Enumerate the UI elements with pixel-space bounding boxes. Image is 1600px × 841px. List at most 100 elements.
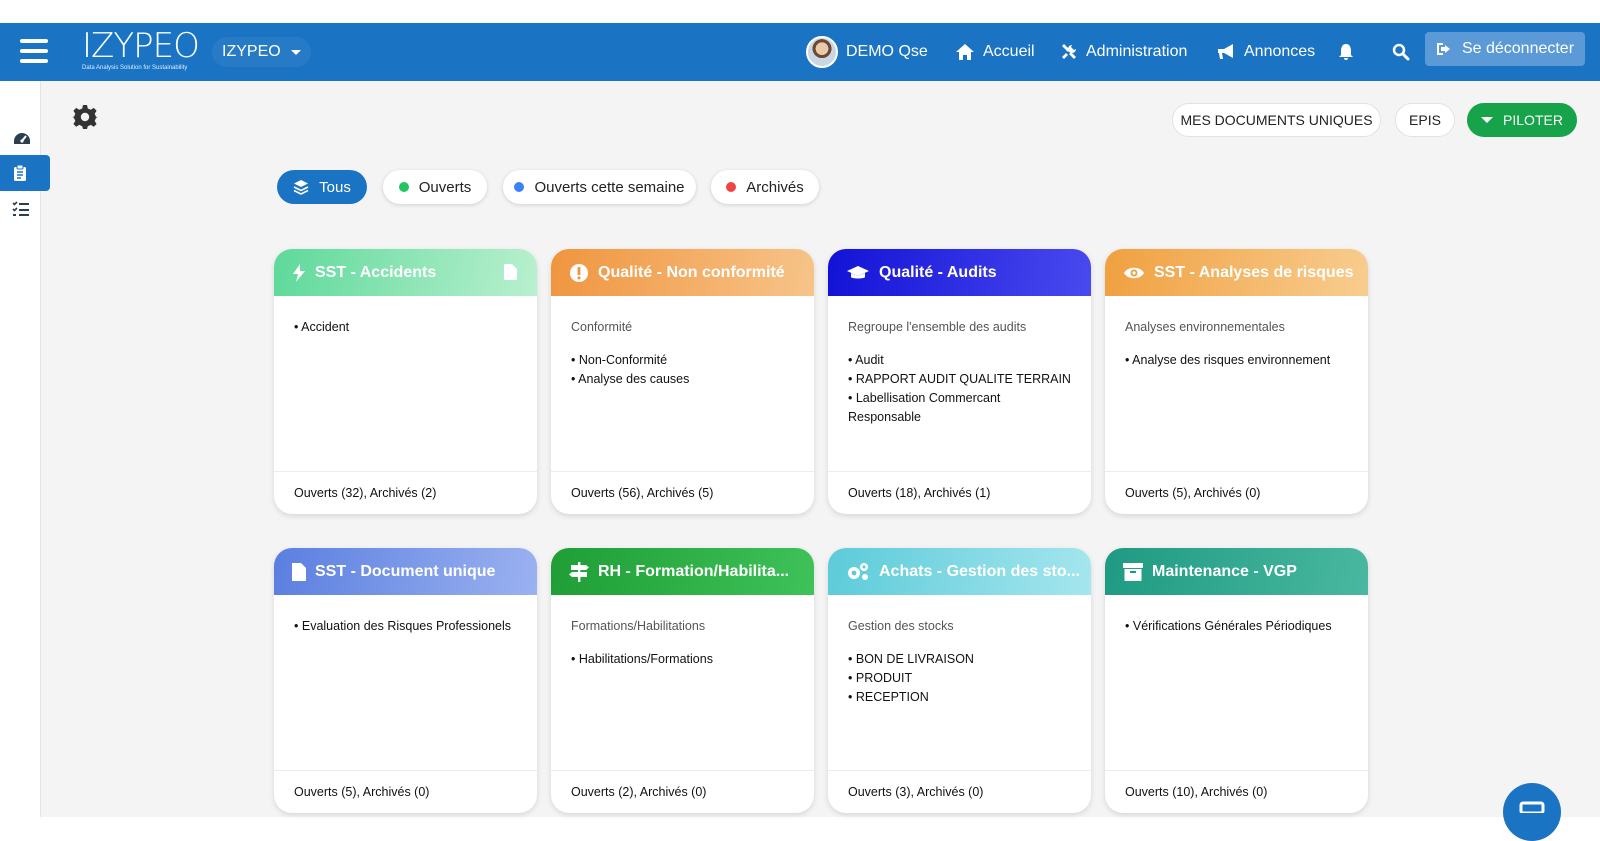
card-title: SST - Document unique (315, 562, 496, 580)
card-header: Qualité - Non conformité (551, 249, 814, 296)
logout-label: Se déconnecter (1461, 40, 1575, 57)
layers-icon (293, 180, 309, 195)
module-card-sst-document-unique[interactable]: SST - Document unique Evaluation des Ris… (274, 548, 537, 813)
card-title: Qualité - Audits (879, 263, 997, 281)
list-item[interactable]: Evaluation des Risques Professionels (294, 617, 517, 636)
card-title: Achats - Gestion des sto... (879, 562, 1080, 580)
card-description: Regroupe l'ensemble des audits (848, 320, 1027, 334)
card-items: BON DE LIVRAISON PRODUIT RECEPTION (848, 650, 1071, 707)
sign-out-icon (1436, 43, 1450, 55)
tools-icon (1062, 44, 1076, 59)
card-footer-counts: Ouverts (5), Archivés (0) (1105, 471, 1368, 514)
list-item[interactable]: PRODUIT (848, 669, 1071, 688)
list-item[interactable]: Habilitations/Formations (571, 650, 794, 669)
card-description: Conformité (571, 320, 633, 334)
card-title: Qualité - Non conformité (598, 263, 785, 281)
card-items: Vérifications Générales Périodiques (1125, 617, 1348, 636)
mes-documents-uniques-button[interactable]: MES DOCUMENTS UNIQUES (1172, 103, 1381, 137)
list-item[interactable]: BON DE LIVRAISON (848, 650, 1071, 669)
menu-icon[interactable] (20, 39, 48, 63)
card-title: SST - Accidents (315, 263, 437, 281)
task-list-icon (12, 201, 29, 216)
file-icon[interactable] (504, 264, 517, 280)
list-item[interactable]: Audit (848, 351, 1071, 370)
left-sidebar (0, 81, 50, 817)
user-profile[interactable]: DEMO Qse (806, 23, 928, 81)
filter-ouverts[interactable]: Ouverts (383, 170, 487, 204)
list-item[interactable]: Non-Conformité (571, 351, 794, 370)
card-footer-counts: Ouverts (32), Archivés (2) (274, 471, 537, 514)
list-item[interactable]: Vérifications Générales Périodiques (1125, 617, 1348, 636)
sidebar-item-documents[interactable] (0, 155, 50, 191)
card-footer-counts: Ouverts (2), Archivés (0) (551, 770, 814, 813)
nav-accueil[interactable]: Accueil (955, 23, 1035, 81)
nav-annonces-label: Annonces (1244, 43, 1316, 60)
logout-button[interactable]: Se déconnecter (1425, 32, 1585, 66)
nav-annonces[interactable]: Annonces (1216, 23, 1315, 81)
filter-archives[interactable]: Archivés (711, 170, 819, 204)
card-items: Analyse des risques environnement (1125, 351, 1348, 370)
archive-icon (1123, 562, 1143, 581)
module-card-sst-accidents[interactable]: SST - Accidents Accident Ouverts (32), A… (274, 249, 537, 514)
search-button[interactable] (1392, 23, 1410, 81)
sidebar-item-dashboard[interactable] (0, 121, 50, 157)
card-body: Regroupe l'ensemble des audits Audit RAP… (828, 296, 1091, 471)
card-description: Analyses environnementales (1125, 320, 1285, 334)
card-body: Analyses environnementales Analyse des r… (1105, 296, 1368, 471)
nav-administration[interactable]: Administration (1060, 23, 1187, 81)
list-item[interactable]: RAPPORT AUDIT QUALITE TERRAIN (848, 370, 1071, 389)
bolt-icon (293, 263, 305, 282)
notifications-button[interactable] (1338, 23, 1354, 81)
piloter-label: PILOTER (1503, 112, 1563, 128)
card-header: Qualité - Audits (828, 249, 1091, 296)
sidebar-item-tasks[interactable] (0, 191, 50, 227)
module-card-achats-stocks[interactable]: Achats - Gestion des sto... Gestion des … (828, 548, 1091, 813)
settings-gear-icon[interactable] (72, 104, 98, 130)
logo-text: IZYPEO (82, 26, 200, 66)
card-header: Maintenance - VGP (1105, 548, 1368, 595)
module-card-qualite-audits[interactable]: Qualité - Audits Regroupe l'ensemble des… (828, 249, 1091, 514)
module-card-qualite-non-conformite[interactable]: Qualité - Non conformité Conformité Non-… (551, 249, 814, 514)
card-header: RH - Formation/Habilita... (551, 548, 814, 595)
card-items: Audit RAPPORT AUDIT QUALITE TERRAIN Labe… (848, 351, 1071, 427)
dashboard-gauge-icon (14, 133, 30, 144)
card-title: RH - Formation/Habilita... (598, 562, 790, 580)
logo-tagline: Data Analysis Solution for Sustainabilit… (82, 65, 188, 71)
chat-icon (1519, 801, 1545, 815)
mes-documents-uniques-label: MES DOCUMENTS UNIQUES (1180, 112, 1373, 128)
module-card-rh-formation[interactable]: RH - Formation/Habilita... Formations/Ha… (551, 548, 814, 813)
filter-ouverts-semaine[interactable]: Ouverts cette semaine (503, 170, 696, 204)
chat-support-button[interactable] (1503, 783, 1561, 841)
gears-icon (848, 562, 868, 580)
app-window: IZYPEO Data Analysis Solution for Sustai… (0, 23, 1600, 841)
card-header: SST - Accidents (274, 249, 537, 296)
list-item[interactable]: Analyse des risques environnement (1125, 351, 1348, 370)
megaphone-icon (1218, 44, 1233, 59)
caret-down-icon (290, 49, 301, 55)
card-body: Conformité Non-Conformité Analyse des ca… (551, 296, 814, 471)
module-card-maintenance-vgp[interactable]: Maintenance - VGP Vérifications Générale… (1105, 548, 1368, 813)
epis-button[interactable]: EPIS (1395, 103, 1455, 137)
card-title: SST - Analyses de risques (1154, 263, 1354, 281)
filter-tous-label: Tous (319, 178, 351, 196)
card-items: Non-Conformité Analyse des causes (571, 351, 794, 389)
signpost-icon (569, 561, 589, 582)
filter-tous[interactable]: Tous (277, 170, 367, 204)
status-dot-green (398, 182, 409, 192)
organization-select[interactable]: IZYPEO (212, 37, 311, 67)
list-item[interactable]: Analyse des causes (571, 370, 794, 389)
list-item[interactable]: Labellisation Commercant Responsable (848, 389, 1071, 427)
card-footer-counts: Ouverts (10), Archivés (0) (1105, 770, 1368, 813)
piloter-button[interactable]: PILOTER (1467, 103, 1577, 137)
filter-archives-label: Archivés (746, 178, 804, 196)
card-header: SST - Document unique (274, 548, 537, 595)
search-icon (1392, 43, 1410, 61)
file-icon (292, 562, 306, 581)
list-item[interactable]: Accident (294, 318, 517, 337)
logo[interactable]: IZYPEO Data Analysis Solution for Sustai… (82, 29, 204, 75)
status-dot-blue (514, 182, 525, 192)
list-item[interactable]: RECEPTION (848, 688, 1071, 707)
module-card-sst-analyses-risques[interactable]: SST - Analyses de risques Analyses envir… (1105, 249, 1368, 514)
card-description: Formations/Habilitations (571, 619, 706, 633)
epis-label: EPIS (1409, 112, 1441, 128)
